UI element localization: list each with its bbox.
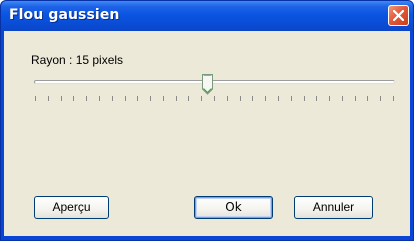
slider-tick (61, 96, 62, 101)
slider-tick (304, 96, 305, 101)
cancel-button-label: Annuler (312, 200, 355, 214)
slider-tick (48, 96, 49, 101)
slider-tick (367, 96, 368, 101)
slider-tick (265, 96, 266, 101)
slider-tick (355, 96, 356, 101)
window-title: Flou gaussien (9, 7, 120, 23)
slider-tick (137, 96, 138, 101)
title-bar[interactable]: Flou gaussien (1, 1, 413, 31)
slider-tick (278, 96, 279, 101)
slider-tick (188, 96, 189, 101)
slider-tick (86, 96, 87, 101)
slider-tick (329, 96, 330, 101)
slider-tick (201, 96, 202, 101)
slider-tick (214, 96, 215, 101)
slider-tick (240, 96, 241, 101)
slider-ticks (34, 96, 395, 102)
preview-button[interactable]: Aperçu (34, 196, 109, 219)
slider-tick (342, 96, 343, 101)
slider-tick (380, 96, 381, 101)
slider-tick (227, 96, 228, 101)
slider-tick (99, 96, 100, 101)
slider-tick (73, 96, 74, 101)
slider-tick (112, 96, 113, 101)
cancel-button[interactable]: Annuler (294, 196, 373, 219)
slider-thumb-icon[interactable] (202, 74, 213, 95)
radius-label: Rayon : 15 pixels (31, 53, 124, 67)
slider-tick (316, 96, 317, 101)
gaussian-blur-dialog: Flou gaussien Rayon : 15 pixels Aperçu O… (0, 0, 414, 241)
slider-tick (125, 96, 126, 101)
slider-tick (176, 96, 177, 101)
radius-slider-track[interactable] (34, 80, 395, 84)
slider-tick (252, 96, 253, 101)
slider-tick (291, 96, 292, 101)
ok-button[interactable]: Ok (194, 196, 273, 219)
slider-tick (393, 96, 394, 101)
slider-tick (163, 96, 164, 101)
ok-button-label: Ok (225, 200, 242, 214)
slider-tick (150, 96, 151, 101)
slider-tick (35, 96, 36, 101)
close-x-icon (393, 10, 404, 21)
preview-button-label: Aperçu (52, 200, 91, 214)
close-button[interactable] (388, 5, 409, 26)
